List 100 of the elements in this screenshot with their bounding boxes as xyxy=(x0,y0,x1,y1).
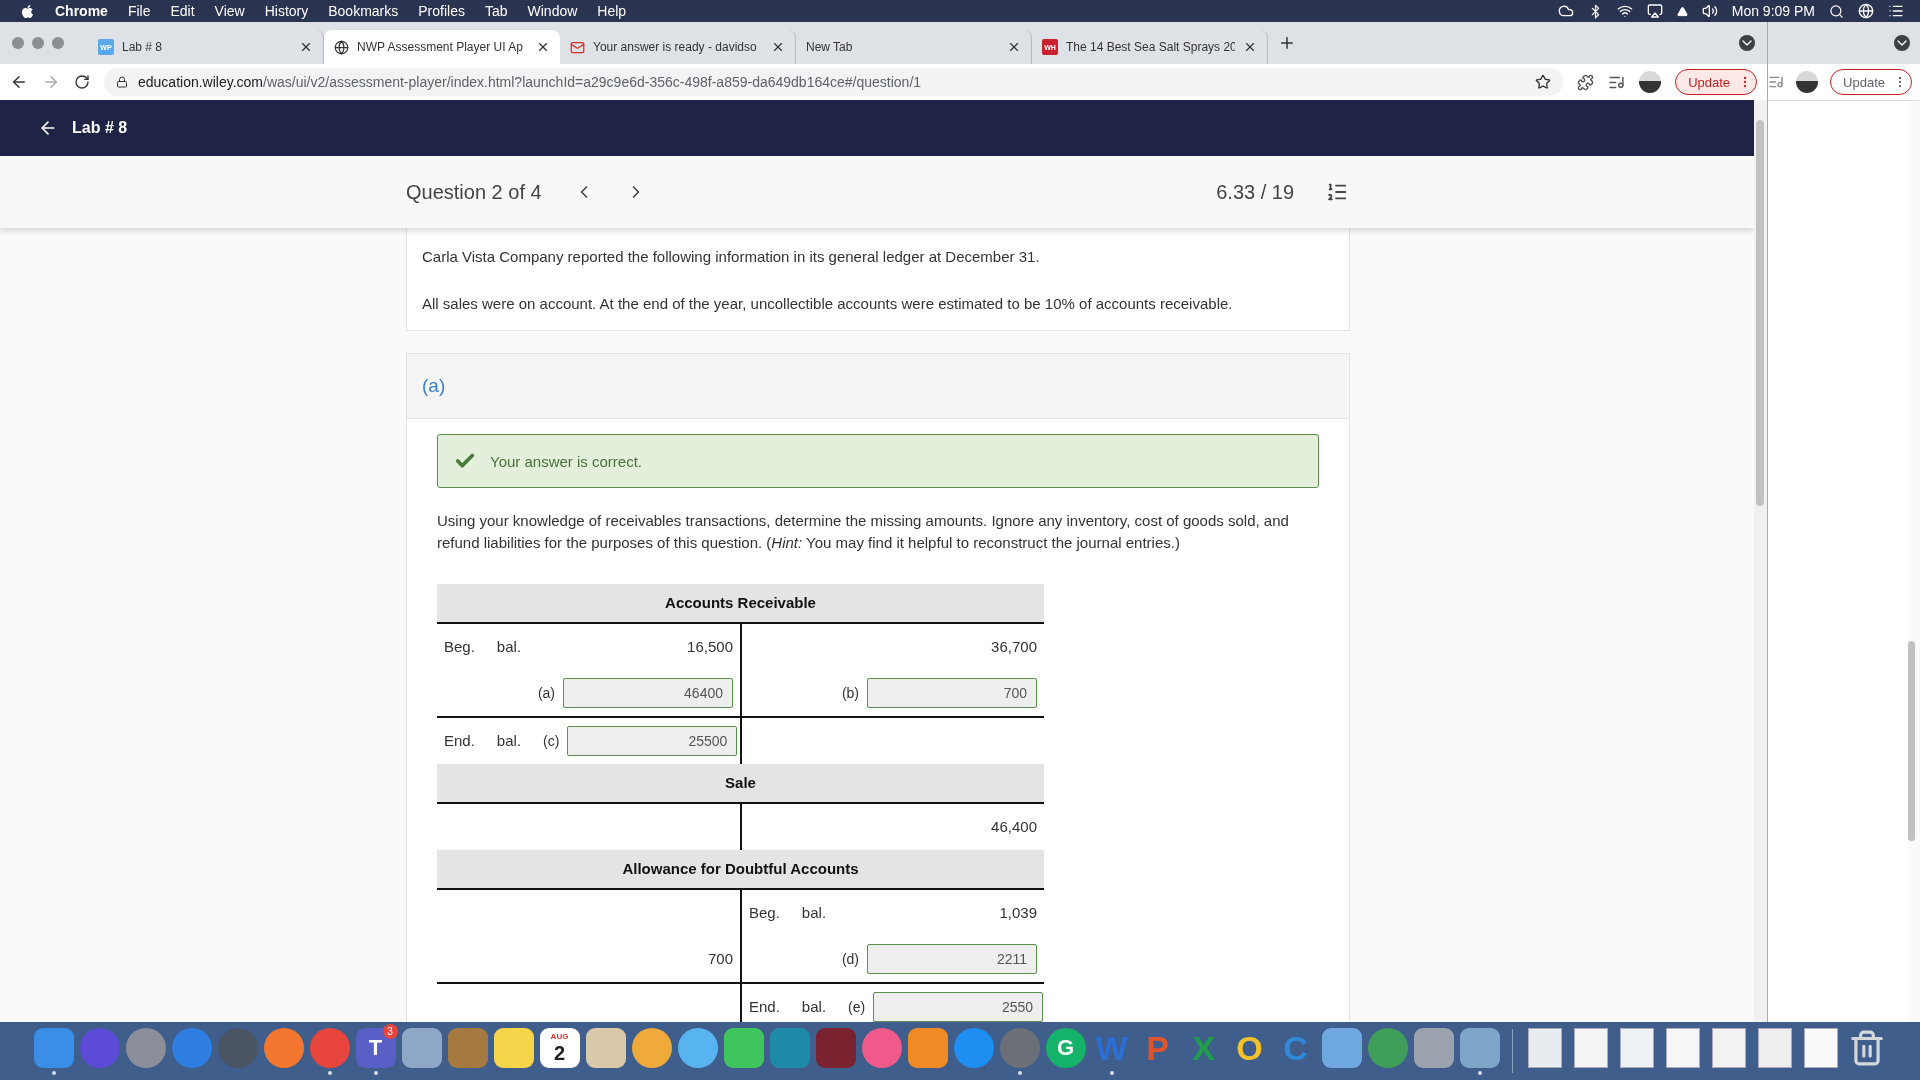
back-icon[interactable] xyxy=(10,73,28,91)
mail-icon xyxy=(570,39,585,55)
list-icon xyxy=(1326,181,1349,203)
menu-item[interactable]: Profiles xyxy=(418,3,465,19)
account-title: Allowance for Doubtful Accounts xyxy=(437,849,1044,890)
window-control-icon[interactable] xyxy=(32,37,44,49)
menu-item[interactable]: Chrome xyxy=(55,3,108,19)
clock-text[interactable]: Mon 9:09 PM xyxy=(1731,3,1815,19)
scrollbar-thumb[interactable] xyxy=(1756,120,1765,506)
row-label: End. xyxy=(444,732,475,749)
tab-search-icon[interactable] xyxy=(1739,35,1756,51)
intro-paragraph: All sales were on account. At the end of the year, uncollectible accounts were estimated to be 10% of accounts receivable. xyxy=(422,294,1234,314)
account-title: Accounts Receivable xyxy=(437,583,1044,624)
media-icon[interactable] xyxy=(1768,74,1785,90)
app-icon[interactable] xyxy=(677,1027,718,1068)
new-tab-icon[interactable] xyxy=(1278,34,1296,52)
app-icon[interactable] xyxy=(631,1027,672,1068)
row-label: Beg. xyxy=(444,638,475,655)
feedback-text: Your answer is correct. xyxy=(490,452,642,470)
answer-field[interactable]: 2211 xyxy=(867,943,1037,974)
app-icon[interactable] xyxy=(585,1027,626,1068)
app-icon[interactable] xyxy=(493,1027,534,1068)
document-icon[interactable] xyxy=(1711,1027,1746,1068)
close-icon[interactable] xyxy=(536,40,550,54)
app-icon[interactable] xyxy=(1321,1027,1362,1068)
answer-letter: (d) xyxy=(841,950,859,967)
update-button[interactable]: Update xyxy=(1675,69,1758,95)
question-counter: Question 2 of 4 xyxy=(406,180,542,204)
menu-item[interactable]: Bookmarks xyxy=(328,3,399,19)
answer-field[interactable]: 25500 xyxy=(567,725,738,756)
profile-avatar[interactable] xyxy=(1639,71,1662,93)
menu-item[interactable]: History xyxy=(264,3,309,19)
calendar-icon[interactable]: AUG 2 xyxy=(539,1027,580,1068)
menu-item[interactable]: View xyxy=(214,3,245,19)
answer-letter: (e) xyxy=(848,998,866,1015)
menu-icon[interactable] xyxy=(1888,3,1904,19)
menu-item[interactable]: Edit xyxy=(170,3,195,19)
row-label: Beg. xyxy=(749,904,780,921)
row-label: bal. xyxy=(801,998,827,1015)
app-icon[interactable]: O xyxy=(1236,1027,1263,1068)
row-label: bal. xyxy=(496,638,522,655)
menu-item[interactable]: File xyxy=(127,3,151,19)
cloud-icon[interactable] xyxy=(1557,3,1574,19)
row-label: bal. xyxy=(496,732,522,749)
address-bar[interactable]: education.wiley.com/was/ui/v2/assessment-player/index.html?launchId=a29c9e6d-356c-498f-a859-da649db164ce#/question/1 xyxy=(104,68,1564,96)
window-control-icon[interactable] xyxy=(12,37,24,49)
volume-icon[interactable] xyxy=(1701,3,1718,19)
app-icon[interactable] xyxy=(401,1027,442,1068)
lock-icon xyxy=(116,76,128,88)
airplay-icon[interactable] xyxy=(1646,3,1663,19)
close-icon[interactable] xyxy=(771,40,785,54)
siri-icon[interactable] xyxy=(1858,3,1874,19)
document-icon[interactable] xyxy=(1619,1027,1654,1068)
apple-icon[interactable] xyxy=(20,3,35,19)
menu-item[interactable]: Tab xyxy=(484,3,508,19)
close-icon[interactable] xyxy=(299,40,313,54)
amount-text: 36,700 xyxy=(991,638,1037,655)
answer-letter: (c) xyxy=(543,732,560,749)
bookmark-star-icon[interactable] xyxy=(1535,74,1552,90)
menu-item[interactable]: Window xyxy=(527,3,578,19)
instructions-text: Using your knowledge of receivables transactions, determine the missing amounts. Ignore any inventory, cost of goods sold, and refund liabilities for the purposes of this question. (Hint: You may find it helpful to reconstruct the journal entries.) xyxy=(437,511,1290,553)
wifi-icon[interactable] xyxy=(1616,3,1633,19)
amount-text: 46,400 xyxy=(991,818,1037,835)
document-icon[interactable] xyxy=(1803,1027,1838,1068)
amount-text: 700 xyxy=(707,950,733,967)
tab-search-icon[interactable] xyxy=(1894,35,1910,51)
score-text: 6.33 / 19 xyxy=(1216,180,1295,204)
answer-letter: (b) xyxy=(841,684,859,701)
document-icon[interactable] xyxy=(1757,1027,1792,1068)
eject-icon[interactable] xyxy=(1676,5,1688,17)
amount-text: 16,500 xyxy=(687,638,733,655)
document-icon[interactable] xyxy=(1573,1027,1608,1068)
app-icon[interactable] xyxy=(907,1027,948,1068)
scrollbar-thumb[interactable] xyxy=(1908,641,1915,841)
search-icon[interactable] xyxy=(1829,3,1844,19)
close-icon[interactable] xyxy=(1007,40,1021,54)
globe-icon xyxy=(334,39,349,55)
menu-item[interactable]: Help xyxy=(597,3,627,19)
document-icon[interactable] xyxy=(1665,1027,1700,1068)
app-icon[interactable] xyxy=(1459,1027,1500,1068)
answer-letter: (a) xyxy=(537,684,555,701)
url-text: education.wiley.com/was/ui/v2/assessment-player/index.html?launchId=a29c9e6d-356c-498f-a859-da649db164ce#/question/1 xyxy=(138,74,923,90)
browser-tab[interactable]: NWP Assessment Player UI Ap xyxy=(324,30,560,64)
answer-field[interactable]: 700 xyxy=(867,677,1037,708)
answer-field[interactable]: 2550 xyxy=(873,991,1044,1022)
app-icon[interactable] xyxy=(1413,1027,1454,1068)
window-control-icon[interactable] xyxy=(52,37,64,49)
document-icon[interactable] xyxy=(1527,1027,1562,1068)
update-button[interactable]: Update xyxy=(1830,69,1912,95)
part-label: (a) xyxy=(422,375,446,397)
answer-field[interactable]: 46400 xyxy=(563,677,733,708)
extension-icon[interactable] xyxy=(1577,73,1595,91)
back-link[interactable]: Lab # 8 xyxy=(38,118,128,138)
profile-avatar[interactable] xyxy=(1796,71,1819,93)
reload-icon[interactable] xyxy=(74,74,90,90)
close-icon[interactable] xyxy=(1243,40,1257,54)
amount-text: 1,039 xyxy=(999,904,1037,921)
question-list-button[interactable] xyxy=(1326,181,1349,203)
account-title: Sale xyxy=(437,763,1044,804)
app-icon[interactable] xyxy=(723,1027,764,1068)
